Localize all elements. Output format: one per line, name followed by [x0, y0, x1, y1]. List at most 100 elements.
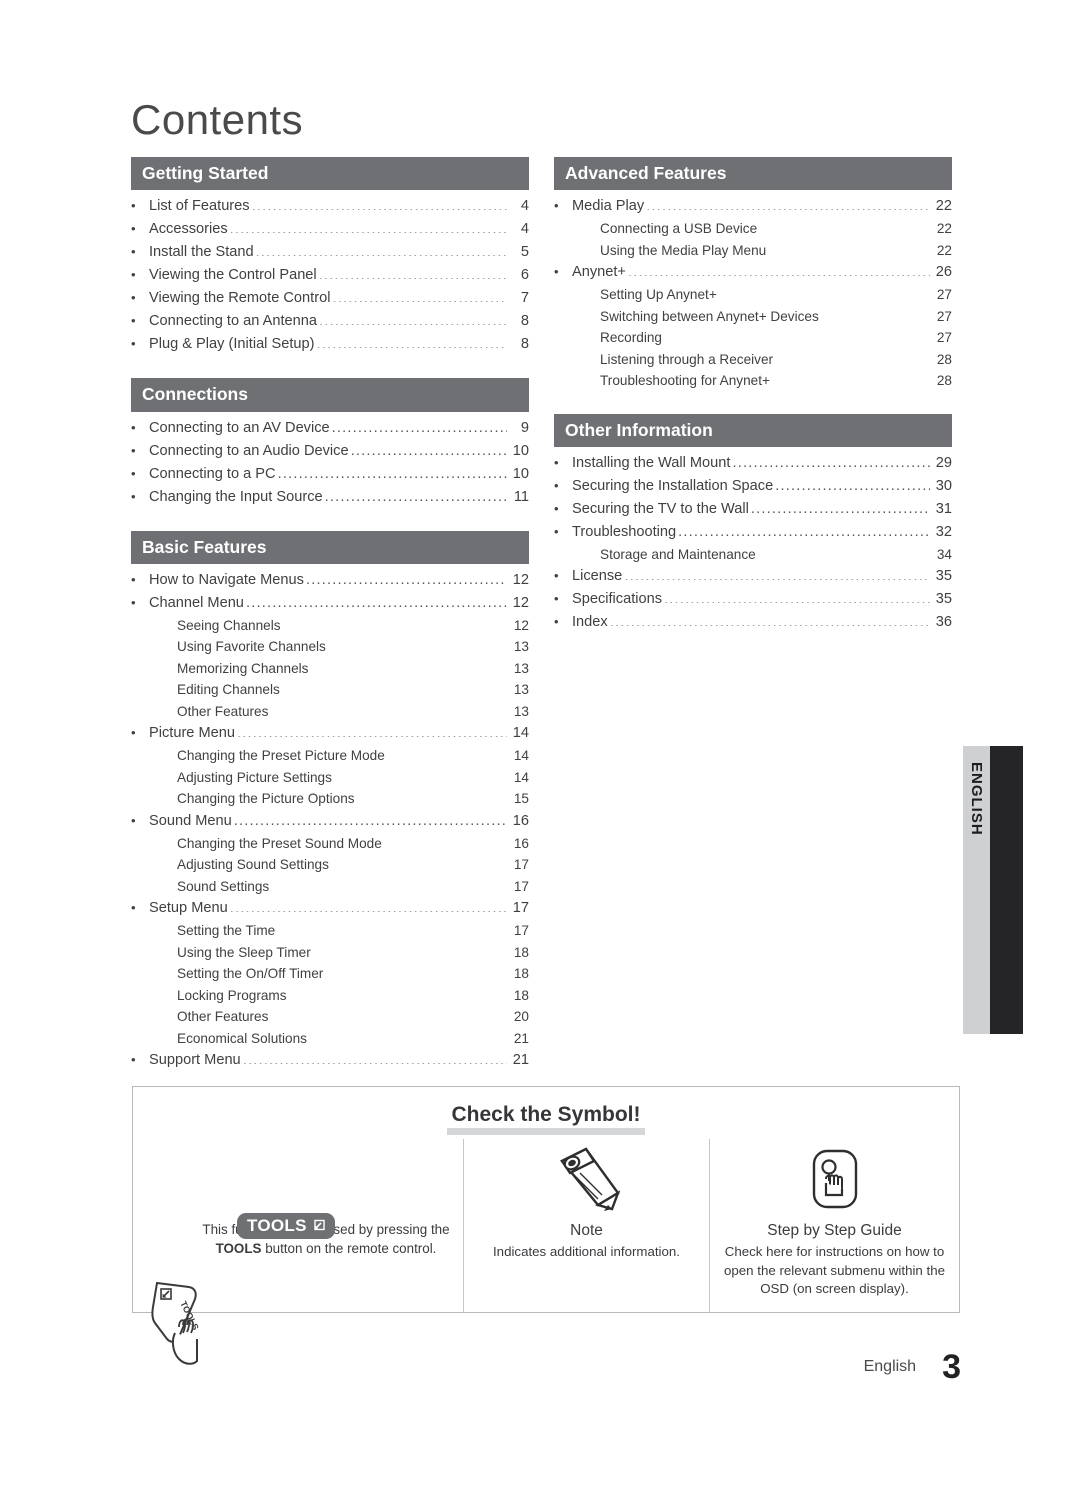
- toc-entry[interactable]: Adjusting Picture Settings 14: [131, 767, 529, 788]
- toc-entry[interactable]: Securing the Installation Space 30: [554, 475, 952, 498]
- toc-entry[interactable]: Using Favorite Channels 13: [131, 636, 529, 657]
- toc-entry[interactable]: Connecting to an Antenna 8: [131, 310, 529, 333]
- bullet-icon: [131, 1053, 149, 1066]
- toc-entry-label: Support Menu: [149, 1052, 241, 1069]
- toc-entry-page-number: 27: [936, 287, 952, 303]
- dot-leader: [357, 790, 512, 804]
- dot-leader: [758, 545, 935, 559]
- dot-leader: [759, 220, 935, 234]
- toc-entry[interactable]: Storage and Maintenance 34: [554, 544, 952, 565]
- toc-entry-label: Accessories: [149, 221, 228, 238]
- toc-entry[interactable]: List of Features 4: [131, 195, 529, 218]
- toc-entry[interactable]: Sound Settings 17: [131, 876, 529, 897]
- toc-entry[interactable]: Securing the TV to the Wall 31: [554, 498, 952, 521]
- dot-leader: [664, 589, 930, 604]
- toc-entry-label: Installing the Wall Mount: [572, 454, 731, 471]
- bullet-icon: [131, 490, 149, 503]
- tools-caption-bold: TOOLS: [215, 1240, 262, 1256]
- toc-entry-page-number: 10: [512, 442, 529, 459]
- toc-entry-label: Setting the On/Off Timer: [177, 966, 324, 982]
- toc-entry[interactable]: Installing the Wall Mount 29: [554, 452, 952, 475]
- dot-leader: [821, 307, 935, 321]
- dot-leader: [283, 616, 512, 630]
- toc-entry-page-number: 22: [936, 242, 952, 258]
- toc-entry[interactable]: Viewing the Control Panel 6: [131, 264, 529, 287]
- toc-entry-label: Storage and Maintenance: [600, 546, 756, 562]
- toc-entry[interactable]: Changing the Preset Sound Mode 16: [131, 833, 529, 854]
- toc-entry[interactable]: Using the Sleep Timer 18: [131, 942, 529, 963]
- section-header-connections: Connections: [131, 378, 529, 412]
- toc-entry[interactable]: Setting the Time 17: [131, 920, 529, 941]
- toc-entry[interactable]: Setting Up Anynet+ 27: [554, 284, 952, 305]
- bullet-icon: [131, 245, 149, 258]
- toc-entry[interactable]: Setup Menu 17: [131, 897, 529, 920]
- toc-entry[interactable]: Connecting to a PC 10: [131, 463, 529, 486]
- toc-entry[interactable]: Specifications 35: [554, 588, 952, 611]
- toc-entry-label: Securing the Installation Space: [572, 477, 774, 494]
- toc-entry-page-number: 14: [512, 725, 529, 742]
- toc-entry[interactable]: Plug & Play (Initial Setup) 8: [131, 333, 529, 356]
- toc-entry[interactable]: Support Menu 21: [131, 1049, 529, 1072]
- toc-entry[interactable]: Install the Stand 5: [131, 241, 529, 264]
- bullet-icon: [131, 814, 149, 827]
- toc-entry-page-number: 29: [935, 454, 952, 471]
- toc-entry-page-number: 18: [513, 944, 529, 960]
- toc-entry[interactable]: Troubleshooting for Anynet+ 28: [554, 370, 952, 391]
- toc-entry[interactable]: Connecting a USB Device 22: [554, 218, 952, 239]
- toc-entry[interactable]: Connecting to an Audio Device 10: [131, 440, 529, 463]
- toc-entry[interactable]: Other Features 13: [131, 701, 529, 722]
- toc-entry[interactable]: Sound Menu 16: [131, 810, 529, 833]
- bullet-icon: [131, 222, 149, 235]
- dot-leader: [775, 350, 935, 364]
- tools-icon-row: TOOLS: [133, 1139, 463, 1239]
- toc-entry-label: Sound Settings: [177, 878, 270, 894]
- toc-entry[interactable]: Editing Channels 13: [131, 679, 529, 700]
- toc-entry[interactable]: Other Features 20: [131, 1006, 529, 1027]
- toc-entry[interactable]: Channel Menu 12: [131, 592, 529, 615]
- toc-entry[interactable]: Using the Media Play Menu 22: [554, 240, 952, 261]
- toc-entry-page-number: 17: [513, 923, 529, 939]
- toc-entry[interactable]: Changing the Picture Options 15: [131, 788, 529, 809]
- dot-leader: [628, 262, 930, 277]
- symbol-item-step-guide: Step by Step Guide Check here for instru…: [709, 1139, 959, 1312]
- dot-leader: [610, 612, 930, 627]
- toc-entry[interactable]: Troubleshooting 32: [554, 521, 952, 544]
- bullet-icon: [554, 265, 572, 278]
- toc-entry-page-number: 32: [935, 523, 952, 540]
- section-header-getting-started: Getting Started: [131, 157, 529, 191]
- toc-entry[interactable]: Locking Programs 18: [131, 985, 529, 1006]
- toc-entry[interactable]: Anynet+ 26: [554, 261, 952, 284]
- toc-entry[interactable]: Viewing the Remote Control 7: [131, 287, 529, 310]
- dot-leader: [331, 856, 512, 870]
- bullet-icon: [554, 456, 572, 469]
- toc-entry[interactable]: Picture Menu 14: [131, 722, 529, 745]
- toc-entry-label: Using the Media Play Menu: [600, 242, 767, 258]
- toc-entry[interactable]: Switching between Anynet+ Devices 27: [554, 306, 952, 327]
- pencil-icon: [548, 1143, 626, 1222]
- toc-entry[interactable]: How to Navigate Menus 12: [131, 569, 529, 592]
- step-guide-hand-icon: [804, 1145, 866, 1220]
- toc-entry-page-number: 35: [935, 568, 952, 585]
- step-guide-heading: Step by Step Guide: [767, 1222, 902, 1239]
- toc-entry[interactable]: Adjusting Sound Settings 17: [131, 854, 529, 875]
- toc-entry[interactable]: Changing the Preset Picture Mode 14: [131, 745, 529, 766]
- toc-entry[interactable]: Media Play 22: [554, 195, 952, 218]
- toc-entry-page-number: 13: [513, 703, 529, 719]
- bullet-icon: [554, 479, 572, 492]
- toc-entry[interactable]: Memorizing Channels 13: [131, 658, 529, 679]
- toc-entry[interactable]: License 35: [554, 565, 952, 588]
- toc-entry[interactable]: Recording 27: [554, 327, 952, 348]
- toc-entry[interactable]: Listening through a Receiver 28: [554, 349, 952, 370]
- tools-arrow-window-icon: [310, 1218, 326, 1234]
- toc-entry[interactable]: Accessories 4: [131, 218, 529, 241]
- toc-entry-label: Memorizing Channels: [177, 660, 309, 676]
- toc-entry[interactable]: Connecting to an AV Device 9: [131, 417, 529, 440]
- toc-entry[interactable]: Setting the On/Off Timer 18: [131, 963, 529, 984]
- toc-entry[interactable]: Index 36: [554, 611, 952, 634]
- toc-entry-label: Changing the Picture Options: [177, 791, 355, 807]
- toc-entry[interactable]: Economical Solutions 21: [131, 1028, 529, 1049]
- bullet-icon: [554, 502, 572, 515]
- bullet-icon: [131, 337, 149, 350]
- toc-entry[interactable]: Seeing Channels 12: [131, 615, 529, 636]
- toc-entry[interactable]: Changing the Input Source 11: [131, 486, 529, 509]
